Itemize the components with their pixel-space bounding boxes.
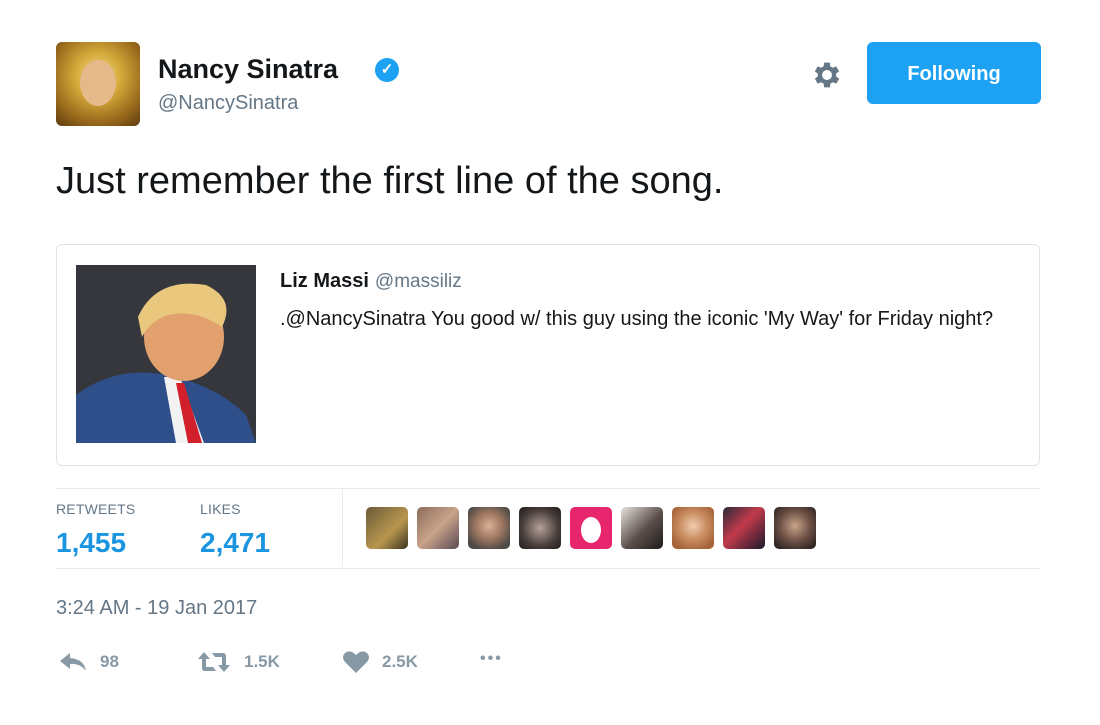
tweet-timestamp[interactable]: 3:24 AM - 19 Jan 2017 xyxy=(56,597,257,620)
egg-icon xyxy=(581,517,601,543)
like-count: 2.5K xyxy=(382,652,418,671)
liker-avatar[interactable] xyxy=(468,507,510,549)
like-action[interactable]: 2.5K xyxy=(342,650,418,674)
retweet-icon xyxy=(198,652,230,672)
reply-count: 98 xyxy=(100,652,119,671)
author-display-name[interactable]: Nancy Sinatra xyxy=(158,54,338,85)
author-avatar[interactable] xyxy=(56,42,140,126)
author-handle[interactable]: @NancySinatra xyxy=(158,92,298,115)
liker-avatar-egg[interactable] xyxy=(570,507,612,549)
stats-top-divider xyxy=(56,488,1040,489)
liker-avatar[interactable] xyxy=(519,507,561,549)
quoted-tweet-image[interactable] xyxy=(76,265,256,443)
quoted-author-name[interactable]: Liz Massi xyxy=(280,270,369,292)
likes-stat[interactable]: LIKES 2,471 xyxy=(200,501,270,559)
reply-action[interactable]: 98 xyxy=(58,650,119,674)
reply-icon xyxy=(60,653,86,671)
quoted-tweet-author[interactable]: Liz Massi @massiliz xyxy=(280,270,462,293)
more-options-icon[interactable]: ••• xyxy=(480,650,503,668)
liker-avatar[interactable] xyxy=(672,507,714,549)
following-button[interactable]: Following xyxy=(867,42,1041,104)
quoted-tweet-text: .@NancySinatra You good w/ this guy usin… xyxy=(280,308,994,330)
liker-avatar[interactable] xyxy=(417,507,459,549)
verified-badge-icon: ✓ xyxy=(375,58,399,82)
likes-label: LIKES xyxy=(200,501,241,517)
liker-avatar[interactable] xyxy=(366,507,408,549)
likes-count[interactable]: 2,471 xyxy=(200,527,270,559)
liker-avatar[interactable] xyxy=(723,507,765,549)
retweet-count: 1.5K xyxy=(244,652,280,671)
stats-bottom-divider xyxy=(56,568,1040,569)
retweet-action[interactable]: 1.5K xyxy=(196,650,280,674)
retweets-count[interactable]: 1,455 xyxy=(56,527,135,559)
stats-vertical-divider xyxy=(342,489,343,567)
heart-icon xyxy=(343,651,369,673)
quoted-author-handle[interactable]: @massiliz xyxy=(375,271,462,292)
retweets-label: RETWEETS xyxy=(56,501,136,517)
retweets-stat[interactable]: RETWEETS 1,455 xyxy=(56,501,135,559)
gear-icon[interactable] xyxy=(810,58,844,92)
tweet-text: Just remember the first line of the song… xyxy=(56,160,724,202)
liker-avatar[interactable] xyxy=(621,507,663,549)
liker-avatar[interactable] xyxy=(774,507,816,549)
avatar-face xyxy=(80,60,116,106)
